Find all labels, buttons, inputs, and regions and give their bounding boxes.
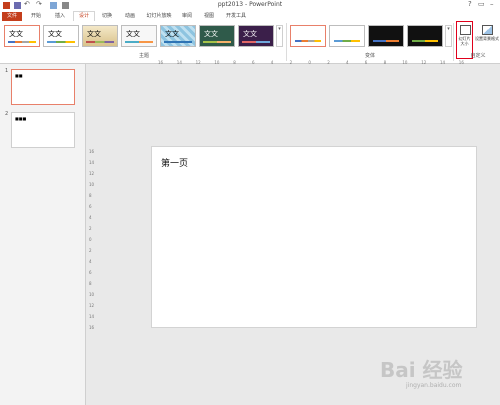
tab-transitions[interactable]: 切换 — [97, 12, 117, 21]
ruler-label: 6 — [89, 204, 92, 209]
variant-4[interactable] — [407, 25, 443, 47]
watermark-logo: Bai 经验 — [380, 358, 463, 382]
vertical-ruler: 16 14 12 10 8 6 4 2 0 2 4 6 8 10 12 14 16 — [88, 145, 96, 330]
group-label-themes: 主题 — [138, 53, 149, 59]
tab-slideshow[interactable]: 幻灯片放映 — [144, 12, 174, 21]
format-background-label: 设置背景格式 — [475, 36, 499, 41]
title-bar: ↶ ↷ ppt2013 - PowerPoint ? ▭ – — [0, 0, 500, 11]
format-background-icon — [482, 25, 493, 35]
ruler-label: 8 — [233, 60, 236, 65]
thumbnail-title: ■■ — [15, 73, 23, 78]
theme-sample-text: 文文 — [9, 30, 23, 38]
theme-2[interactable]: 文文 — [43, 25, 79, 47]
ruler-label: 0 — [308, 60, 311, 65]
ruler-label: 14 — [89, 160, 95, 165]
window-title: ppt2013 - PowerPoint — [217, 1, 283, 8]
ruler-label: 12 — [89, 171, 95, 176]
ruler-label: 2 — [89, 226, 92, 231]
ruler-label: 4 — [346, 60, 349, 65]
theme-sample-text: 文文 — [87, 30, 101, 38]
ruler-label: 6 — [252, 60, 255, 65]
ruler-label: 10 — [402, 60, 408, 65]
ruler-label: 6 — [89, 270, 92, 275]
ruler-label: 8 — [89, 193, 92, 198]
group-separator — [286, 23, 287, 61]
ruler-label: 10 — [89, 292, 95, 297]
ruler-label: 16 — [158, 60, 164, 65]
ruler-label: 14 — [176, 60, 182, 65]
slide-size-label: 幻灯片大小 — [458, 36, 471, 46]
slide-title[interactable]: 第一页 — [161, 156, 188, 169]
ruler-label: 10 — [89, 182, 95, 187]
help-icon[interactable]: ? — [468, 0, 472, 8]
slide-size-icon — [460, 25, 471, 35]
theme-3[interactable]: 文文 — [82, 25, 118, 47]
tab-review[interactable]: 审阅 — [178, 12, 196, 21]
themes-more-button[interactable]: ▾ — [276, 25, 283, 47]
group-separator — [453, 23, 454, 61]
ruler-label: 8 — [383, 60, 387, 65]
ruler-label: 16 — [458, 60, 464, 65]
theme-sample-text: 文文 — [126, 30, 140, 38]
theme-sample-text: 文文 — [243, 30, 257, 38]
theme-office[interactable]: 文文 — [4, 25, 40, 47]
watermark: Bai 经验 jingyan.baidu.com — [380, 350, 495, 395]
ruler-label: 2 — [289, 60, 293, 65]
variant-1[interactable] — [290, 25, 326, 47]
ruler-label: 12 — [89, 303, 95, 308]
slide-canvas[interactable]: 第一页 — [151, 146, 477, 328]
variant-3[interactable] — [368, 25, 404, 47]
tab-developer[interactable]: 开发工具 — [222, 12, 250, 21]
ruler-label: 12 — [421, 60, 427, 65]
theme-5[interactable]: 文文 — [160, 25, 196, 47]
ruler-label: 8 — [89, 281, 92, 286]
slide-number: 1 — [5, 68, 9, 74]
ruler-label: 14 — [440, 60, 446, 65]
theme-sample-text: 文文 — [204, 30, 218, 38]
tab-insert[interactable]: 插入 — [50, 12, 70, 21]
tab-home[interactable]: 开始 — [26, 12, 46, 21]
ruler-label: 14 — [89, 314, 95, 319]
theme-7[interactable]: 文文 — [238, 25, 274, 47]
slide-thumbnail-2[interactable]: ■■■ — [11, 112, 75, 148]
slide-thumbnail-1[interactable]: ■■ — [11, 69, 75, 105]
ruler-label: 2 — [89, 248, 92, 253]
variants-more-button[interactable]: ▾ — [445, 25, 452, 47]
group-label-variants: 变体 — [364, 53, 375, 59]
theme-sample-text: 文文 — [165, 30, 179, 38]
ruler-label: 16 — [89, 325, 95, 330]
variant-2[interactable] — [329, 25, 365, 47]
theme-sample-text: 文文 — [48, 30, 62, 38]
theme-6[interactable]: 文文 — [199, 25, 235, 47]
ruler-label: 4 — [89, 215, 92, 220]
theme-4[interactable]: 文文 — [121, 25, 157, 47]
group-label-customize: 自定义 — [470, 53, 486, 59]
horizontal-ruler: 16 14 12 10 8 6 4 2 0 2 4 6 8 10 12 14 16 — [150, 60, 479, 68]
watermark-url: jingyan.baidu.com — [406, 382, 462, 389]
slide-thumbnails-pane: 1 ■■ 2 ■■■ — [0, 64, 86, 405]
ribbon-display-options-icon[interactable]: ▭ — [478, 0, 485, 8]
ruler-label: 0 — [89, 237, 92, 242]
thumbnail-title: ■■■ — [15, 116, 27, 121]
tab-file[interactable]: 文件 — [2, 12, 22, 21]
ruler-label: 10 — [214, 60, 220, 65]
minimize-icon[interactable]: – — [490, 0, 494, 8]
ruler-label: 4 — [89, 259, 92, 264]
tab-animations[interactable]: 动画 — [120, 12, 140, 21]
ruler-label: 2 — [327, 60, 330, 65]
tab-view[interactable]: 视图 — [200, 12, 218, 21]
ruler-label: 6 — [364, 60, 368, 65]
ruler-label: 4 — [270, 60, 274, 65]
ruler-label: 12 — [195, 60, 201, 65]
ruler-label: 16 — [89, 149, 95, 154]
slide-number: 2 — [5, 111, 9, 117]
ribbon: 文文 文文 文文 文文 文文 文文 文文 ▾ 主题 ▾ 变体 幻灯片大小 设置背… — [0, 21, 500, 64]
